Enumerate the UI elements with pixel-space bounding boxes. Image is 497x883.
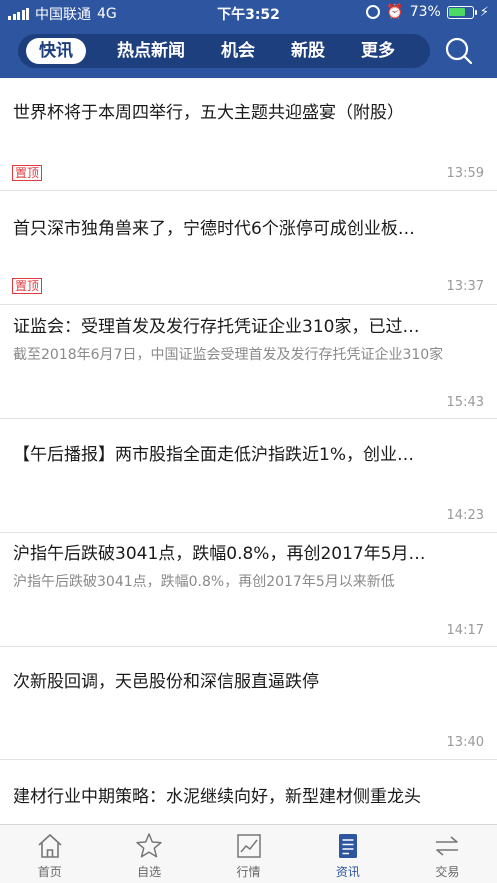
- status-bar: 中国联通 4G 下午3:52 ⏰ 73% ⚡: [0, 0, 497, 26]
- tabbar-market[interactable]: 行情: [199, 825, 298, 883]
- list-item[interactable]: 证监会：受理首发及发行存托凭证企业310家，已过… 截至2018年6月7日，中国…: [0, 305, 497, 419]
- news-summary: 沪指午后跌破3041点，跌幅0.8%，再创2017年5月以来新低: [13, 574, 395, 590]
- news-time: 13:40: [446, 735, 484, 750]
- tabbar-watchlist[interactable]: 自选: [99, 825, 198, 883]
- pinned-badge: 置顶: [12, 278, 43, 294]
- news-title: 次新股回调，天邑股份和深信服直逼跌停: [13, 672, 319, 692]
- category-tabs: 快讯 热点新闻 机会 新股 更多: [18, 34, 430, 68]
- list-item[interactable]: 次新股回调，天邑股份和深信服直逼跌停 13:40: [0, 647, 497, 760]
- tab-more[interactable]: 更多: [348, 38, 408, 64]
- news-summary: 截至2018年6月7日，中国证监会受理首发及发行存托凭证企业310家: [13, 347, 444, 363]
- list-item[interactable]: 世界杯将于本周四举行，五大主题共迎盛宴（附股） 置顶 13:59: [0, 78, 497, 191]
- tabbar-home[interactable]: 首页: [0, 825, 99, 883]
- list-item[interactable]: 建材行业中期策略：水泥继续向好，新型建材侧重龙头: [0, 760, 497, 824]
- tabbar-news[interactable]: 资讯: [298, 825, 397, 883]
- news-title: 建材行业中期策略：水泥继续向好，新型建材侧重龙头: [13, 787, 421, 807]
- news-time: 14:23: [446, 508, 484, 523]
- battery-icon: [446, 5, 477, 19]
- news-time: 13:59: [446, 166, 484, 181]
- tabbar-label: 自选: [137, 865, 162, 879]
- tabbar-trade[interactable]: 交易: [398, 825, 497, 883]
- rotation-lock-icon: [366, 5, 381, 19]
- charging-icon: ⚡: [479, 4, 489, 20]
- star-icon: [136, 833, 162, 858]
- tab-hot-news[interactable]: 热点新闻: [104, 38, 198, 64]
- news-time: 13:37: [446, 279, 484, 294]
- news-title: 证监会：受理首发及发行存托凭证企业310家，已过…: [13, 317, 420, 337]
- news-title: 首只深市独角兽来了，宁德时代6个涨停可成创业板…: [13, 219, 415, 239]
- exchange-icon: [436, 836, 459, 856]
- tabbar-label: 行情: [236, 865, 261, 879]
- news-icon: [338, 834, 357, 858]
- tab-new-stocks[interactable]: 新股: [278, 38, 338, 64]
- news-feed: 世界杯将于本周四举行，五大主题共迎盛宴（附股） 置顶 13:59 首只深市独角兽…: [0, 78, 497, 824]
- news-title: 【午后播报】两市股指全面走低沪指跌近1%，创业…: [13, 445, 414, 465]
- alarm-icon: ⏰: [386, 4, 404, 20]
- tabbar-label: 资讯: [335, 865, 360, 879]
- tabbar-label: 交易: [435, 865, 460, 879]
- tab-opportunity[interactable]: 机会: [208, 38, 268, 64]
- search-icon[interactable]: [445, 37, 473, 65]
- status-right: ⏰ 73% ⚡: [366, 4, 489, 20]
- bottom-tab-bar: 首页 自选 行情 资讯 交易: [0, 824, 497, 883]
- home-icon: [38, 833, 62, 858]
- news-time: 14:17: [446, 623, 484, 638]
- list-item[interactable]: 【午后播报】两市股指全面走低沪指跌近1%，创业… 14:23: [0, 419, 497, 533]
- list-item[interactable]: 首只深市独角兽来了，宁德时代6个涨停可成创业板… 置顶 13:37: [0, 191, 497, 305]
- news-title: 世界杯将于本周四举行，五大主题共迎盛宴（附股）: [13, 103, 404, 123]
- pinned-badge: 置顶: [12, 165, 43, 181]
- news-title: 沪指午后跌破3041点，跌幅0.8%，再创2017年5月…: [13, 544, 426, 564]
- header: 中国联通 4G 下午3:52 ⏰ 73% ⚡ 快讯 热点新闻 机会 新股 更多: [0, 0, 497, 78]
- news-time: 15:43: [446, 395, 484, 410]
- battery-percent: 73%: [409, 4, 441, 20]
- chart-icon: [236, 834, 261, 858]
- tab-kuaixun[interactable]: 快讯: [26, 38, 86, 64]
- list-item[interactable]: 沪指午后跌破3041点，跌幅0.8%，再创2017年5月… 沪指午后跌破3041…: [0, 533, 497, 647]
- tabbar-label: 首页: [37, 865, 62, 879]
